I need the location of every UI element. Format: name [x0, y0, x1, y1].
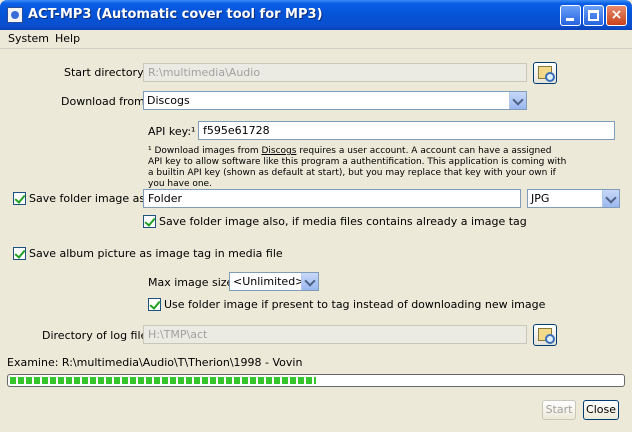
menu-bar: System Help — [0, 30, 632, 49]
maximize-button[interactable] — [583, 5, 604, 26]
api-key-note: ¹ Download images from Discogs requires … — [148, 146, 568, 190]
download-from-label: Download from: — [61, 95, 149, 108]
max-image-size-label: Max image size: — [148, 276, 238, 289]
chevron-down-icon — [512, 94, 524, 106]
log-directory-label: Directory of log file: — [42, 329, 152, 342]
progress-bar — [7, 374, 625, 387]
save-folder-image-checkbox[interactable] — [13, 192, 26, 205]
save-folder-image-label: Save folder image as: — [29, 192, 149, 205]
start-button[interactable]: Start — [542, 400, 576, 420]
examine-status: Examine: R:\multimedia\Audio\T\Therion\1… — [7, 356, 303, 369]
close-icon: × — [610, 7, 623, 23]
dropdown-arrow[interactable] — [301, 273, 318, 290]
minimize-button[interactable] — [560, 5, 581, 26]
image-format-value: JPG — [531, 192, 550, 205]
maximize-icon — [588, 10, 599, 21]
browse-log-directory-button[interactable] — [533, 324, 557, 346]
browse-start-directory-button[interactable] — [533, 62, 557, 84]
max-image-size-select[interactable]: <Unlimited> — [229, 272, 319, 291]
note-prefix: ¹ Download images from — [148, 146, 262, 156]
menu-system[interactable]: System — [8, 32, 49, 45]
main-window: ACT-MP3 (Automatic cover tool for MP3) ×… — [0, 0, 632, 432]
folder-search-icon — [538, 328, 555, 344]
save-album-tag-label: Save album picture as image tag in media… — [29, 247, 283, 260]
chevron-down-icon — [304, 275, 316, 287]
save-album-tag-checkbox[interactable] — [13, 247, 26, 260]
start-directory-label: Start directory: — [64, 66, 147, 79]
api-key-label: API key:¹ — [148, 125, 196, 138]
download-from-select[interactable]: Discogs — [143, 91, 527, 110]
save-folder-also-checkbox[interactable] — [143, 215, 156, 228]
chevron-down-icon — [605, 192, 617, 204]
app-icon — [7, 7, 23, 23]
close-button[interactable]: Close — [583, 400, 619, 420]
use-folder-image-checkbox[interactable] — [148, 298, 161, 311]
image-format-select[interactable]: JPG — [527, 189, 620, 208]
download-from-value: Discogs — [147, 94, 190, 107]
dropdown-arrow[interactable] — [509, 92, 526, 109]
dropdown-arrow[interactable] — [602, 190, 619, 207]
max-image-size-value: <Unlimited> — [233, 275, 305, 288]
folder-image-name-field[interactable]: Folder — [143, 189, 521, 208]
folder-search-icon — [538, 66, 555, 82]
close-window-button[interactable]: × — [606, 5, 627, 26]
title-bar[interactable]: ACT-MP3 (Automatic cover tool for MP3) × — [0, 0, 632, 30]
window-title: ACT-MP3 (Automatic cover tool for MP3) — [28, 7, 323, 22]
api-key-field[interactable]: f595e61728 — [198, 121, 615, 140]
log-directory-field[interactable]: H:\TMP\act — [143, 325, 527, 344]
use-folder-image-label: Use folder image if present to tag inste… — [164, 298, 546, 311]
menu-help[interactable]: Help — [55, 32, 80, 45]
minimize-icon — [566, 18, 574, 21]
progress-fill — [10, 377, 316, 384]
save-folder-also-label: Save folder image also, if media files c… — [159, 215, 527, 228]
start-directory-field[interactable]: R:\multimedia\Audio — [143, 63, 527, 82]
discogs-link[interactable]: Discogs — [261, 146, 296, 156]
